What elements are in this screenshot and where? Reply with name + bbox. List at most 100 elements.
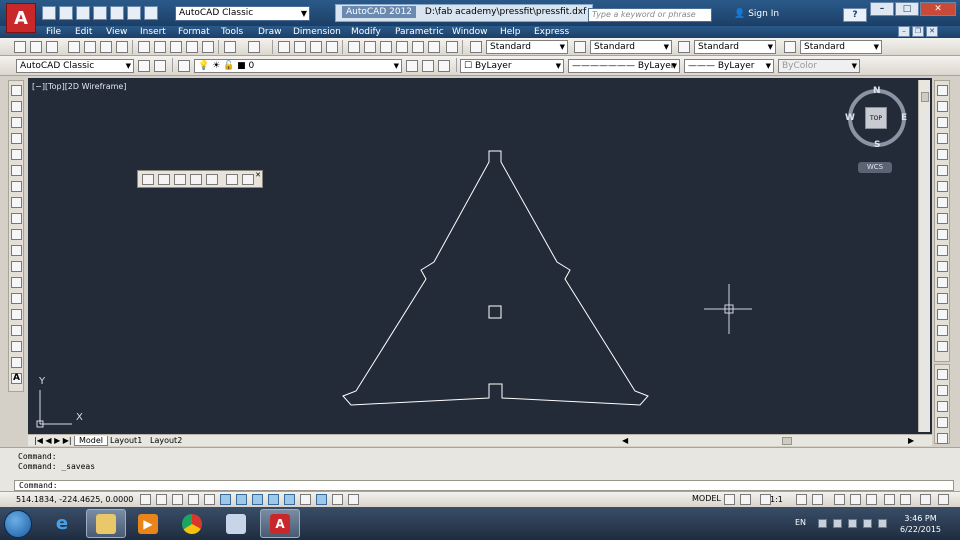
rectangle-icon[interactable] [11, 149, 22, 160]
circle-icon[interactable] [11, 181, 22, 192]
maximize-icon[interactable]: □ [895, 2, 919, 16]
grid-display-icon[interactable] [172, 494, 183, 505]
table-style-icon[interactable] [678, 41, 690, 53]
tab-layout2[interactable]: Layout2 [146, 436, 186, 446]
text-to-front-icon[interactable] [937, 433, 948, 444]
design-center-icon[interactable] [364, 41, 376, 53]
plotstyle-select[interactable]: ByColor ▼ [778, 59, 860, 73]
array-icon[interactable] [937, 149, 948, 160]
mirror-icon[interactable] [937, 117, 948, 128]
dynamic-input-icon[interactable] [284, 494, 295, 505]
horizontal-scroll-thumb[interactable] [782, 437, 792, 445]
publish-icon[interactable] [100, 41, 112, 53]
properties-icon[interactable] [348, 41, 360, 53]
menu-edit[interactable]: Edit [75, 26, 92, 38]
table-style-select[interactable]: Standard ▼ [694, 40, 776, 54]
menu-file[interactable]: File [46, 26, 61, 38]
file-explorer-taskbar-button[interactable] [86, 509, 126, 538]
plot-preview-icon[interactable] [84, 41, 96, 53]
input-language[interactable]: EN [795, 518, 806, 527]
viewcube[interactable]: N S E W TOP [845, 86, 908, 150]
tab-layout1[interactable]: Layout1 [106, 436, 146, 446]
polygon-icon[interactable] [11, 133, 22, 144]
lineweight-display-icon[interactable] [300, 494, 311, 505]
save-icon[interactable] [76, 6, 90, 20]
layer-select[interactable]: 💡 ☀ 🔓 ■ 0 ▼ [194, 59, 402, 73]
volume-icon[interactable] [878, 519, 887, 528]
dim-style-select[interactable]: Standard ▼ [590, 40, 672, 54]
menu-express[interactable]: Express [534, 26, 569, 38]
lightbulb-icon[interactable] [900, 494, 911, 505]
zoom-realtime-icon[interactable] [294, 41, 306, 53]
quick-view-layouts-icon[interactable] [724, 494, 735, 505]
join-icon[interactable] [937, 293, 948, 304]
menu-tools[interactable]: Tools [221, 26, 243, 38]
open-file-icon[interactable] [59, 6, 73, 20]
scroll-left-icon[interactable]: ◀ [618, 436, 632, 446]
zoom-previous-icon[interactable] [326, 41, 338, 53]
chamfer-icon[interactable] [937, 309, 948, 320]
menu-draw[interactable]: Draw [258, 26, 282, 38]
wcs-menu-button[interactable]: WCS [858, 162, 892, 173]
media-player-taskbar-button[interactable]: ▶ [128, 509, 168, 538]
model-space-button[interactable]: MODEL [692, 494, 721, 503]
system-clock[interactable]: 3:46 PM 6/22/2015 [900, 513, 941, 535]
plot-icon[interactable] [68, 41, 80, 53]
color-select[interactable]: ☐ ByLayer ▼ [460, 59, 564, 73]
trim-icon[interactable] [937, 229, 948, 240]
multileader-style-icon[interactable] [784, 41, 796, 53]
sign-in-button[interactable]: 👤 Sign In [734, 9, 779, 19]
table-icon[interactable] [11, 357, 22, 368]
layer-properties-icon[interactable] [178, 60, 190, 72]
compass-north[interactable]: N [873, 86, 881, 96]
redo-icon[interactable] [144, 6, 158, 20]
multiline-text-icon[interactable]: A [11, 373, 22, 384]
stretch-icon[interactable] [937, 213, 948, 224]
zoom-window-icon[interactable] [310, 41, 322, 53]
object-snap-icon[interactable] [220, 494, 231, 505]
menu-modify[interactable]: Modify [351, 26, 381, 38]
block-editor-icon[interactable] [202, 41, 214, 53]
text-style-icon[interactable] [470, 41, 482, 53]
fillet-icon[interactable] [937, 325, 948, 336]
annotation-scale-value[interactable]: 1:1 [770, 495, 783, 504]
sheet-set-icon[interactable] [396, 41, 408, 53]
pan-icon[interactable] [278, 41, 290, 53]
markup-icon[interactable] [412, 41, 424, 53]
object-snap-tracking-icon[interactable] [252, 494, 263, 505]
infer-constraints-icon[interactable] [140, 494, 151, 505]
view-cube-icon[interactable] [226, 174, 238, 185]
menu-help[interactable]: Help [500, 26, 521, 38]
undo-icon[interactable] [127, 6, 141, 20]
isolate-objects-icon[interactable] [884, 494, 895, 505]
help-button[interactable]: ? [843, 8, 867, 22]
ellipse-arc-icon[interactable] [11, 245, 22, 256]
menu-dimension[interactable]: Dimension [293, 26, 341, 38]
continuous-orbit-icon[interactable] [190, 174, 202, 185]
menu-window[interactable]: Window [452, 26, 488, 38]
chrome-taskbar-button[interactable] [172, 509, 212, 538]
annotation-visibility-icon[interactable] [796, 494, 807, 505]
workspace-select[interactable]: AutoCAD Classic ▼ [175, 6, 310, 21]
doc-minimize-icon[interactable]: – [898, 26, 910, 37]
redo-icon[interactable] [248, 41, 260, 53]
clean-screen-icon[interactable] [938, 494, 949, 505]
quick-view-drawings-icon[interactable] [740, 494, 751, 505]
extend-icon[interactable] [937, 245, 948, 256]
polyline-icon[interactable] [11, 117, 22, 128]
coordinate-readout[interactable]: 514.1834, -224.4625, 0.0000 [16, 495, 133, 504]
tab-model[interactable]: Model [74, 436, 109, 446]
copy-object-icon[interactable] [937, 101, 948, 112]
workspace-switching-icon[interactable] [834, 494, 845, 505]
scroll-thumb[interactable] [921, 92, 929, 102]
compass-east[interactable]: E [901, 113, 907, 123]
quick-properties-icon[interactable] [332, 494, 343, 505]
first-tab-icon[interactable]: |◀ ◀ ▶ ▶| [30, 436, 76, 446]
viewcube-top-face[interactable]: TOP [865, 107, 887, 129]
plot-icon[interactable] [110, 6, 124, 20]
erase-icon[interactable] [937, 85, 948, 96]
help-icon[interactable] [446, 41, 458, 53]
multileader-style-select[interactable]: Standard ▼ [800, 40, 882, 54]
auto-scale-icon[interactable] [812, 494, 823, 505]
dim-style-icon[interactable] [574, 41, 586, 53]
